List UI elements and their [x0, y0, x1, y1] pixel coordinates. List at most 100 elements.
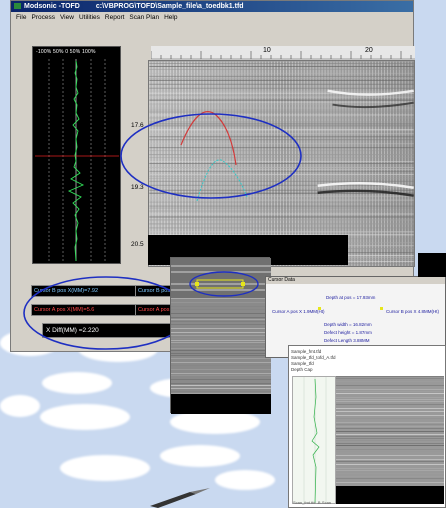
scan-texture-line	[149, 143, 414, 145]
scan-texture-line	[171, 340, 271, 341]
scan-texture-line	[336, 476, 444, 477]
a-scan-panel[interactable]: -100% 50% 0 50% 100%	[32, 46, 121, 264]
pencil-icon	[150, 488, 210, 508]
background-cloud	[40, 404, 130, 430]
scan-texture-line	[149, 177, 414, 179]
detail-header-line: Depth Cap	[291, 367, 313, 372]
scan-texture-line	[171, 313, 271, 314]
scan-texture-line	[149, 205, 414, 207]
scan-texture-line	[171, 385, 271, 386]
scan-texture-line	[149, 72, 414, 74]
scan-texture-line	[149, 90, 414, 92]
scan-texture-line	[171, 321, 271, 322]
depth-label-1: 17.6	[131, 122, 144, 129]
scan-texture-line	[149, 231, 414, 233]
scan-texture-line	[149, 129, 414, 131]
scan-texture-line	[171, 358, 271, 359]
scan-texture-line	[171, 335, 271, 336]
scan-texture-line	[149, 99, 414, 101]
scan-texture-line	[336, 449, 444, 450]
scan-texture-line	[149, 163, 414, 164]
scan-texture-line	[149, 65, 414, 67]
scan-texture-line	[171, 324, 271, 325]
title-bar[interactable]: Modsonic -TOFD c:\VBPROG\TOFD\Sample_file…	[11, 1, 413, 12]
scan-texture-line	[171, 306, 271, 307]
scan-texture-line	[336, 431, 444, 432]
scan-texture-line	[149, 223, 414, 225]
scan-texture-line	[171, 353, 271, 354]
menu-scan-plan[interactable]: Scan Plan	[129, 14, 159, 21]
scan-texture-line	[336, 443, 444, 444]
scan-texture-line	[149, 199, 414, 201]
scan-texture-line	[171, 362, 271, 363]
menu-help[interactable]: Help	[164, 14, 177, 21]
scan-texture-line	[149, 168, 414, 170]
scan-texture-line	[171, 319, 271, 320]
b-scan-ruler: 10 20	[151, 46, 415, 60]
scan-texture-line	[336, 389, 444, 390]
scan-texture-line	[336, 397, 444, 398]
scan-texture-line	[336, 391, 444, 392]
scan-texture-line	[149, 170, 414, 172]
scan-texture-line	[336, 422, 444, 423]
file-path: c:\VBPROG\TOFD\Sample_file\a_toedbk1.tfd	[95, 3, 244, 10]
scan-texture-line	[149, 83, 414, 85]
scan-texture-line	[336, 401, 444, 402]
menu-file[interactable]: File	[16, 14, 26, 21]
scan-texture-line	[149, 136, 414, 138]
scan-texture-line	[336, 399, 444, 400]
detail-header-line: Sample_fmt.tfd	[291, 349, 322, 354]
scan-texture-line	[336, 478, 444, 479]
menu-bar: File Process View Utilities Report Scan Plan H…	[11, 12, 413, 23]
scan-texture-line	[171, 388, 271, 389]
scan-texture-line	[336, 440, 444, 441]
scan-texture-line	[171, 393, 271, 394]
scan-texture-line	[149, 62, 414, 64]
scan-texture-line	[336, 451, 444, 452]
scan-texture-line	[149, 79, 414, 81]
background-cloud	[42, 372, 112, 394]
menu-process[interactable]: Process	[31, 14, 54, 21]
menu-report[interactable]: Report	[105, 14, 125, 21]
menu-view[interactable]: View	[60, 14, 74, 21]
detail-a-scan	[292, 376, 336, 504]
scan-texture-line	[149, 96, 414, 98]
scan-texture-line	[149, 161, 414, 163]
scan-texture-line	[336, 461, 444, 462]
scan-texture-line	[149, 77, 414, 79]
scan-texture-line	[149, 210, 414, 212]
background-cloud	[215, 470, 275, 490]
zoom-scan-image	[171, 298, 271, 414]
scan-texture-line	[171, 350, 271, 351]
scan-texture-line	[149, 109, 414, 111]
scan-texture-line	[149, 121, 414, 123]
zoom-scan-cursor-region	[171, 258, 271, 298]
scan-texture-line	[149, 227, 414, 229]
scan-texture-line	[171, 338, 271, 339]
scan-texture-line	[336, 415, 444, 416]
detail-header-line: Sample_tfd	[291, 361, 314, 366]
scan-texture-line	[149, 150, 414, 152]
menu-utilities[interactable]: Utilities	[79, 14, 100, 21]
scan-texture-line	[149, 125, 414, 127]
scan-texture-line	[336, 378, 444, 379]
scan-texture-line	[171, 373, 271, 374]
scan-texture-line	[149, 68, 414, 70]
depth-label-2: 19.3	[131, 184, 144, 191]
detail-window[interactable]: Sample_fmt.tfd Sample_tfd_tofd_A.tfd Sam…	[288, 345, 446, 508]
x-tick-20: 20	[365, 47, 373, 54]
scan-texture-line	[149, 207, 414, 209]
scan-texture-line	[336, 445, 444, 446]
depth-label-3: 20.5	[131, 241, 144, 248]
scan-texture-line	[149, 147, 414, 149]
scan-texture-line	[149, 75, 414, 77]
scan-texture-line	[171, 302, 271, 303]
scan-texture-line	[149, 157, 414, 159]
scan-texture-line	[149, 166, 414, 168]
scan-texture-line	[149, 114, 414, 116]
zoom-scan-window[interactable]	[170, 257, 271, 414]
scan-texture-line	[171, 309, 271, 310]
scan-texture-line	[336, 376, 444, 377]
scan-texture-line	[149, 219, 414, 221]
scan-texture-line	[149, 213, 414, 215]
